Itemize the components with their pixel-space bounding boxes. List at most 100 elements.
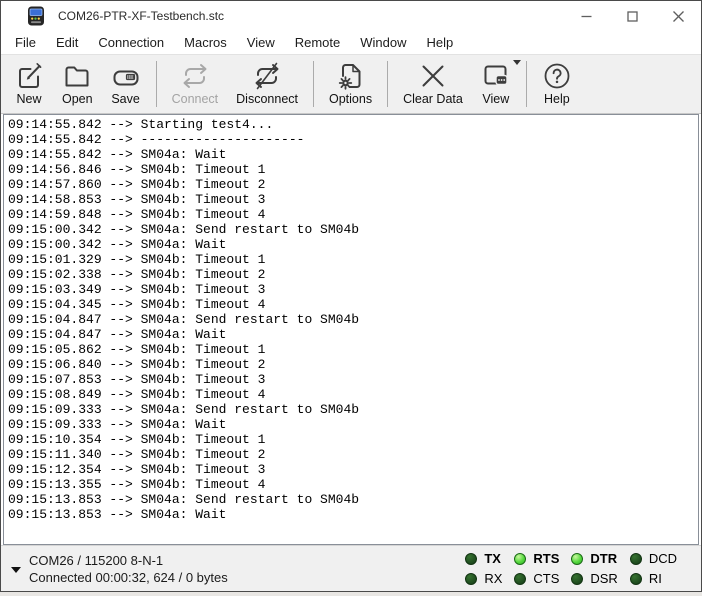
view-button[interactable]: View [472, 58, 520, 112]
new-button[interactable]: New [5, 58, 53, 112]
toolbar-button-label: New [16, 92, 41, 106]
led-indicator-dtr: DTR [571, 551, 617, 566]
options-gear-document-icon [336, 61, 366, 91]
disconnect-arrows-icon [252, 61, 282, 91]
led-indicator-rx: RX [465, 571, 502, 586]
log-area[interactable]: 09:14:55.842 --> Starting test4...09:14:… [3, 114, 699, 545]
clear-data-button[interactable]: Clear Data [394, 58, 472, 112]
status-bar: COM26 / 115200 8-N-1 Connected 00:00:32,… [1, 545, 701, 591]
window-controls [563, 1, 701, 31]
menu-view[interactable]: View [237, 32, 285, 53]
log-line: 09:14:55.842 --> Starting test4... [8, 117, 698, 132]
open-button[interactable]: Open [53, 58, 102, 112]
led-indicator-ri: RI [630, 571, 677, 586]
menu-connection[interactable]: Connection [88, 32, 174, 53]
log-line: 09:15:02.338 --> SM04b: Timeout 2 [8, 267, 698, 282]
log-line: 09:15:04.847 --> SM04a: Wait [8, 327, 698, 342]
led-label: TX [484, 551, 501, 566]
log-line: 09:14:55.842 --> --------------------- [8, 132, 698, 147]
minimize-button[interactable] [563, 1, 609, 31]
led-dot-icon [514, 573, 526, 585]
connect-arrows-icon [180, 61, 210, 91]
led-dot-icon [571, 553, 583, 565]
log-line: 09:15:08.849 --> SM04b: Timeout 4 [8, 387, 698, 402]
toolbar-button-label: Connect [172, 92, 219, 106]
connection-info: COM26 / 115200 8-N-1 [29, 553, 465, 568]
led-dot-icon [514, 553, 526, 565]
connect-button[interactable]: Connect [163, 58, 228, 112]
toolbar-button-label: Save [111, 92, 140, 106]
log-line: 09:15:09.333 --> SM04a: Wait [8, 417, 698, 432]
led-label: DTR [590, 551, 617, 566]
toolbar-separator [156, 61, 157, 107]
help-button[interactable]: Help [533, 58, 581, 112]
toolbar-button-label: Open [62, 92, 93, 106]
title-bar: COM26-PTR-XF-Testbench.stc [1, 1, 701, 31]
toolbar-separator [526, 61, 527, 107]
log-line: 09:15:07.853 --> SM04b: Timeout 3 [8, 372, 698, 387]
log-line: 09:15:06.840 --> SM04b: Timeout 2 [8, 357, 698, 372]
led-dot-icon [465, 573, 477, 585]
disconnect-button[interactable]: Disconnect [227, 58, 307, 112]
toolbar-button-label: Options [329, 92, 372, 106]
new-document-icon [14, 61, 44, 91]
open-folder-icon [62, 61, 92, 91]
menu-window[interactable]: Window [350, 32, 416, 53]
menu-help[interactable]: Help [417, 32, 464, 53]
log-line: 09:15:11.340 --> SM04b: Timeout 2 [8, 447, 698, 462]
led-label: DSR [590, 571, 617, 586]
led-dot-icon [465, 553, 477, 565]
log-line: 09:15:00.342 --> SM04a: Wait [8, 237, 698, 252]
log-line: 09:14:56.846 --> SM04b: Timeout 1 [8, 162, 698, 177]
led-label: RX [484, 571, 502, 586]
app-window: COM26-PTR-XF-Testbench.stc File Edit Con… [0, 0, 702, 592]
log-line: 09:15:13.853 --> SM04a: Wait [8, 507, 698, 522]
led-indicator-dsr: DSR [571, 571, 617, 586]
led-indicator-cts: CTS [514, 571, 559, 586]
menu-macros[interactable]: Macros [174, 32, 237, 53]
maximize-button[interactable] [609, 1, 655, 31]
led-label: CTS [533, 571, 559, 586]
status-text: COM26 / 115200 8-N-1 Connected 00:00:32,… [29, 553, 465, 585]
menu-bar: File Edit Connection Macros View Remote … [1, 31, 701, 54]
log-line: 09:15:13.355 --> SM04b: Timeout 4 [8, 477, 698, 492]
close-button[interactable] [655, 1, 701, 31]
led-panel: TX RX RTS CTS DTR DSR DCD RI [465, 549, 677, 589]
status-dropdown-arrow-icon[interactable] [11, 567, 21, 573]
clear-x-icon [418, 61, 448, 91]
toolbar-button-label: Clear Data [403, 92, 463, 106]
led-indicator-tx: TX [465, 551, 502, 566]
log-line: 09:15:05.862 --> SM04b: Timeout 1 [8, 342, 698, 357]
led-label: DCD [649, 551, 677, 566]
options-button[interactable]: Options [320, 58, 381, 112]
log-line: 09:15:01.329 --> SM04b: Timeout 1 [8, 252, 698, 267]
led-indicator-rts: RTS [514, 551, 559, 566]
menu-remote[interactable]: Remote [285, 32, 351, 53]
app-icon [26, 6, 46, 26]
menu-edit[interactable]: Edit [46, 32, 88, 53]
toolbar-separator [313, 61, 314, 107]
window-title: COM26-PTR-XF-Testbench.stc [58, 9, 563, 23]
led-dot-icon [630, 553, 642, 565]
save-button[interactable]: Save [102, 58, 150, 112]
log-line: 09:14:57.860 --> SM04b: Timeout 2 [8, 177, 698, 192]
save-drive-icon [111, 61, 141, 91]
led-label: RI [649, 571, 662, 586]
log-line: 09:15:04.345 --> SM04b: Timeout 4 [8, 297, 698, 312]
log-line: 09:15:04.847 --> SM04a: Send restart to … [8, 312, 698, 327]
help-question-icon [542, 61, 572, 91]
log-line: 09:15:10.354 --> SM04b: Timeout 1 [8, 432, 698, 447]
led-indicator-dcd: DCD [630, 551, 677, 566]
led-dot-icon [571, 573, 583, 585]
toolbar-separator [387, 61, 388, 107]
log-line: 09:14:55.842 --> SM04a: Wait [8, 147, 698, 162]
toolbar-button-label: View [482, 92, 509, 106]
menu-file[interactable]: File [5, 32, 46, 53]
view-dropdown-arrow-icon [513, 60, 521, 65]
toolbar-button-label: Disconnect [236, 92, 298, 106]
log-line: 09:14:58.853 --> SM04b: Timeout 3 [8, 192, 698, 207]
log-line: 09:15:13.853 --> SM04a: Send restart to … [8, 492, 698, 507]
session-info: Connected 00:00:32, 624 / 0 bytes [29, 570, 465, 585]
toolbar-button-label: Help [544, 92, 570, 106]
log-line: 09:15:00.342 --> SM04a: Send restart to … [8, 222, 698, 237]
